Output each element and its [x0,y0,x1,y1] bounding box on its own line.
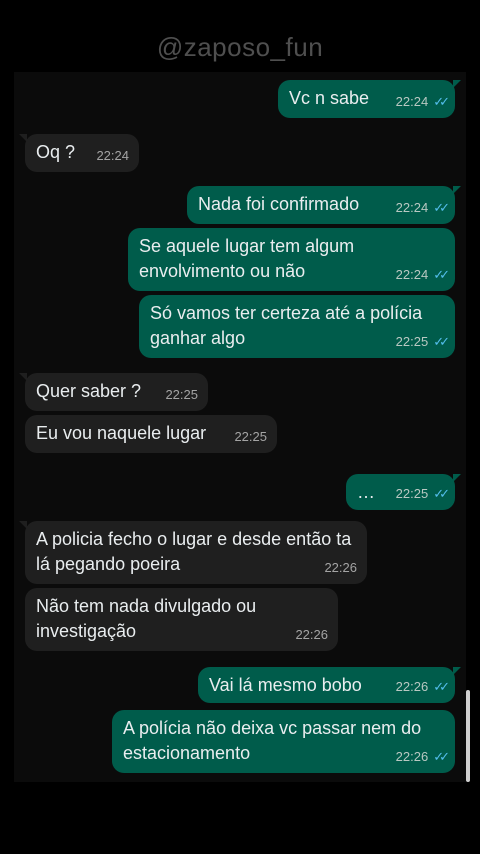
message-time: 22:24 [395,200,429,215]
message-bubble[interactable]: Só vamos ter certeza até a polícia ganha… [139,295,455,358]
message-bubble[interactable]: Vc n sabe 22:24 ✓✓ [278,80,461,118]
message-time: 22:26 [295,627,328,642]
message-time: 22:25 [234,429,267,444]
message-bubble[interactable]: Vai lá mesmo bobo 22:26 ✓✓ [198,667,461,703]
message-meta: 22:24 ✓✓ [395,89,450,114]
message-meta: 22:24 ✓✓ [395,262,450,287]
message-bubble[interactable]: Nada foi confirmado 22:24 ✓✓ [187,186,461,224]
message-meta: 22:26 ✓✓ [395,744,450,769]
message-bubble[interactable]: A policia fecho o lugar e desde então ta… [19,521,367,584]
message-text: Eu vou naquele lugar [36,423,207,443]
message-time: 22:24 [96,148,129,163]
read-receipt-icon: ✓✓ [433,749,450,764]
message-time: 22:26 [395,749,429,764]
message-meta: 22:26 [295,622,328,647]
message-meta: 22:24 ✓✓ [395,195,450,220]
message-text: A policia fecho o lugar e desde então ta… [36,529,357,574]
message-meta: 22:25 ✓✓ [395,481,450,506]
message-meta: 22:25 [234,424,267,449]
message-time: 22:25 [395,334,429,349]
scrollbar[interactable] [466,690,470,782]
message-meta: 22:26 [324,555,357,580]
message-text: Não tem nada divulgado ou investigação [36,596,262,641]
message-meta: 22:24 [96,143,129,168]
message-text: Se aquele lugar tem algum envolvimento o… [139,236,360,281]
message-bubble[interactable]: Oq ? 22:24 [19,134,139,172]
message-text: A polícia não deixa vc passar nem do est… [123,718,427,763]
message-bubble[interactable]: Se aquele lugar tem algum envolvimento o… [128,228,455,291]
message-bubble[interactable]: Quer saber ? 22:25 [19,373,208,411]
message-time: 22:25 [165,387,198,402]
message-meta: 22:26 ✓✓ [395,674,450,699]
message-time: 22:26 [324,560,357,575]
watermark: @zaposo_fun [156,32,324,62]
read-receipt-icon: ✓✓ [433,679,450,694]
chat-area[interactable]: Vc n sabe 22:24 ✓✓ Oq ? 22:24 Nada foi c… [14,72,466,782]
message-bubble[interactable]: A polícia não deixa vc passar nem do est… [112,710,455,773]
message-meta: 22:25 ✓✓ [395,329,450,354]
read-receipt-icon: ✓✓ [433,267,450,282]
read-receipt-icon: ✓✓ [433,94,450,109]
message-time: 22:24 [395,267,429,282]
message-time: 22:25 [395,486,429,501]
message-bubble[interactable]: Eu vou naquele lugar 22:25 [25,415,277,453]
message-bubble[interactable]: Não tem nada divulgado ou investigação 2… [25,588,338,651]
message-time: 22:26 [395,679,429,694]
read-receipt-icon: ✓✓ [433,200,450,215]
message-bubble[interactable]: … 22:25 ✓✓ [346,474,461,510]
read-receipt-icon: ✓✓ [433,486,450,501]
message-meta: 22:25 [165,382,198,407]
read-receipt-icon: ✓✓ [433,334,450,349]
message-time: 22:24 [395,94,429,109]
